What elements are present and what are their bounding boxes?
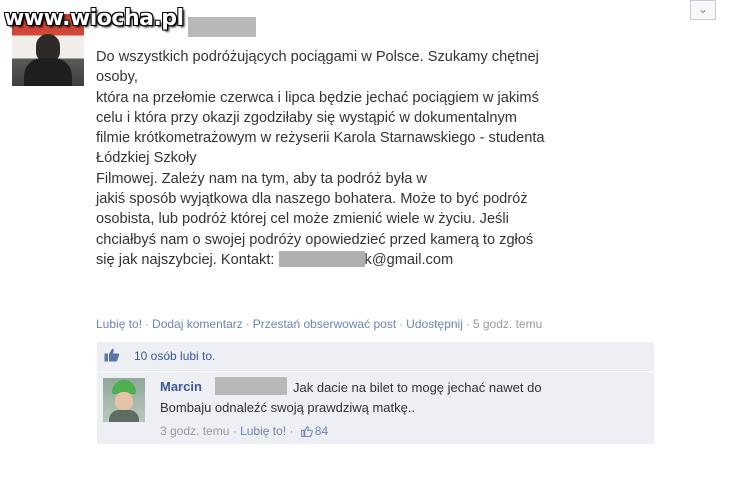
separator: · — [145, 317, 150, 331]
post-line: Filmowej. Zależy nam na tym, aby ta podr… — [96, 170, 427, 187]
separator: · — [289, 424, 294, 438]
commenter-surname-redacted — [215, 377, 287, 395]
commenter-avatar[interactable] — [103, 378, 145, 422]
poster-name-redacted — [188, 17, 256, 37]
chevron-down-icon[interactable]: ⌄ — [690, 0, 716, 20]
comment-like-count[interactable]: 84 — [315, 424, 328, 438]
comment: Marcin Jak dacie na bilet to mogę jechać… — [97, 372, 654, 444]
post-line: celu i która przy okazji zgodziłaby się … — [96, 109, 517, 126]
likes-bar: 10 osób lubi to. — [97, 342, 654, 371]
watermark: www.wiocha.pl — [4, 6, 184, 31]
thumbs-up-icon — [300, 426, 313, 437]
comment-text-line2: Bombaju odnaleźć swoją prawdziwą matkę.. — [160, 400, 416, 415]
post-actions: Lubię to! · Dodaj komentarz · Przestań obser… — [96, 317, 542, 331]
unfollow-link[interactable]: Przestań obserwować post — [253, 317, 396, 331]
post-line: filmie krótkometrażowym w reżyserii Karo… — [96, 130, 545, 147]
separator: · — [232, 424, 237, 438]
email-suffix: k@gmail.com — [364, 251, 454, 268]
avatar-body — [24, 58, 72, 86]
comment-text-line1: Jak dacie na bilet to mogę jechać nawet … — [293, 380, 542, 395]
comment-like-link[interactable]: Lubię to! — [240, 424, 286, 438]
separator: · — [245, 317, 250, 331]
separator: · — [399, 317, 404, 331]
post-timestamp[interactable]: 5 godz. temu — [473, 317, 542, 331]
like-link[interactable]: Lubię to! — [96, 317, 142, 331]
post-body: Do wszystkich podróżujących pociągami w … — [96, 47, 696, 270]
commenter-name[interactable]: Marcin — [160, 379, 202, 394]
post-contact-line: się jak najszybciej. Kontakt: k@gmail.co… — [96, 250, 696, 270]
comment-meta: 3 godz. temu · Lubię to! · 84 — [160, 424, 328, 438]
comment-timestamp[interactable]: 3 godz. temu — [160, 424, 229, 438]
contact-label: się jak najszybciej. Kontakt: — [96, 251, 275, 268]
share-link[interactable]: Udostępnij — [406, 317, 463, 331]
add-comment-link[interactable]: Dodaj komentarz — [152, 317, 243, 331]
thumbs-up-icon — [104, 348, 120, 362]
separator: · — [465, 317, 470, 331]
post-line: chciałbyś nam o swojej podróży opowiedzi… — [96, 231, 534, 248]
likes-count-text[interactable]: 10 osób lubi to. — [134, 349, 215, 363]
post-line: osoby, — [96, 69, 138, 86]
post-line: Do wszystkich podróżujących pociągami w … — [96, 49, 539, 65]
email-redacted — [278, 250, 365, 267]
post-line: Łódzkiej Szkoły — [96, 150, 197, 167]
post-line: jakiś sposób wyjątkowa dla naszego bohat… — [96, 191, 528, 208]
avatar-torso — [109, 410, 139, 422]
post-line: osobista, lub podróż której cel może zmi… — [96, 211, 509, 228]
post-line: która na przełomie czerwca i lipca będzi… — [96, 89, 539, 106]
avatar-face — [115, 392, 133, 410]
